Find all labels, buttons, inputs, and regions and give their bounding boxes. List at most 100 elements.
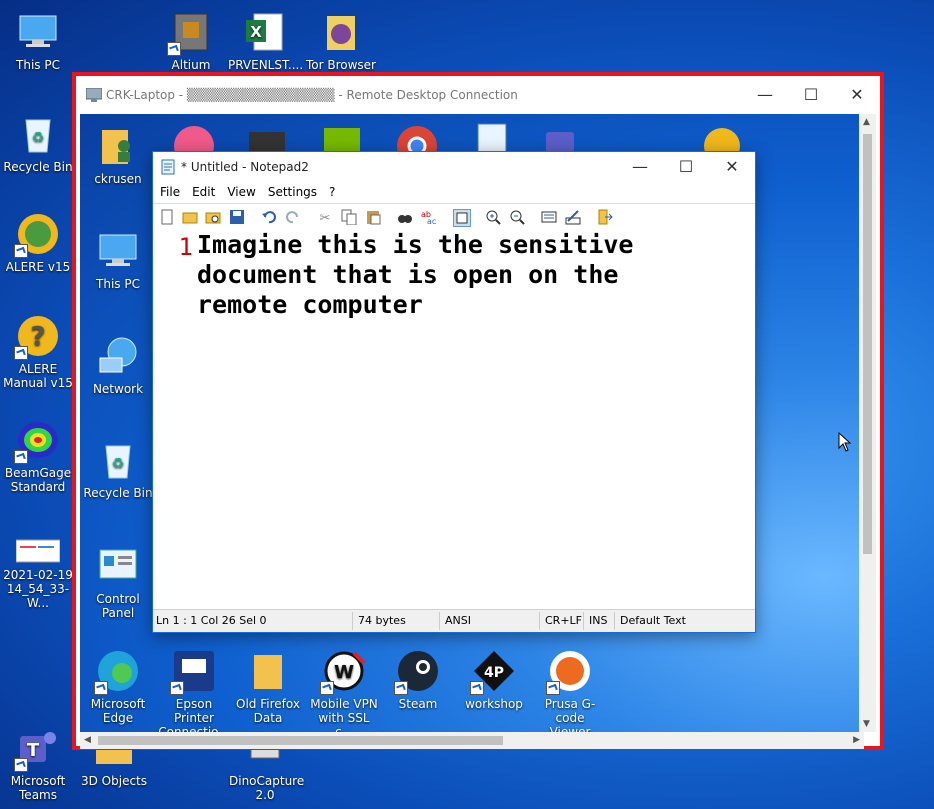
remote-icon-vpn[interactable]: W Mobile VPN with SSL c... xyxy=(308,649,380,732)
cut-icon[interactable]: ✂ xyxy=(317,209,333,225)
scroll-thumb[interactable] xyxy=(863,134,872,554)
menu-help[interactable]: ? xyxy=(322,181,340,199)
steam-icon xyxy=(394,649,440,695)
zoom-in-icon[interactable] xyxy=(485,209,501,225)
desktop-icon-alere-manual[interactable]: ? ALERE Manual v15 xyxy=(2,314,74,390)
svg-text:✂: ✂ xyxy=(320,211,331,225)
desktop-icon-recycle-bin[interactable]: ♻ Recycle Bin xyxy=(2,112,74,174)
status-encoding: ANSI xyxy=(445,614,471,627)
settings-icon[interactable] xyxy=(565,209,581,225)
remote-icon-this-pc[interactable]: This PC xyxy=(82,229,154,291)
workshop-icon: 4P xyxy=(470,649,516,695)
vpn-icon: W xyxy=(320,649,366,695)
desktop-icon-alere[interactable]: ALERE v15 xyxy=(2,212,74,274)
remote-icon-firefox-data[interactable]: Old Firefox Data xyxy=(232,649,304,725)
maximize-button[interactable]: ☐ xyxy=(788,76,834,114)
remote-icon-recycle-bin[interactable]: ♻ Recycle Bin xyxy=(82,438,154,500)
np-minimize-button[interactable]: — xyxy=(617,152,663,181)
desktop-icon-label: 3D Objects xyxy=(80,774,148,788)
desktop-icon-tor[interactable]: Tor Browser xyxy=(305,10,377,72)
find-icon[interactable] xyxy=(397,209,413,225)
remote-icon-workshop[interactable]: 4P workshop xyxy=(458,649,530,711)
replace-icon[interactable]: abac xyxy=(421,209,437,225)
menu-settings[interactable]: Settings xyxy=(261,181,322,199)
status-size: 74 bytes xyxy=(358,614,406,627)
remote-icon-user-folder[interactable]: ckrusen xyxy=(82,124,154,186)
status-position: Ln 1 : 1 Col 26 Sel 0 xyxy=(156,614,267,627)
vertical-scrollbar[interactable]: ▲ ▼ xyxy=(859,114,876,732)
exit-icon[interactable] xyxy=(597,209,613,225)
line-number-gutter: 1 xyxy=(153,230,193,610)
desktop-icon-this-pc[interactable]: This PC xyxy=(2,10,74,72)
desktop-icon-label: Epson Printer Connectio... xyxy=(158,697,230,732)
desktop-icon-label: Steam xyxy=(398,697,438,711)
scroll-left-arrow-icon[interactable]: ◀ xyxy=(84,735,91,745)
close-button[interactable]: ✕ xyxy=(834,76,880,114)
status-divider xyxy=(539,612,540,630)
network-icon xyxy=(96,334,140,378)
remote-icon-edge[interactable]: Microsoft Edge xyxy=(82,649,154,725)
desktop-icon-label: Mobile VPN with SSL c... xyxy=(310,697,378,732)
scroll-up-arrow-icon[interactable]: ▲ xyxy=(863,117,870,127)
desktop-icon-label: ALERE Manual v15 xyxy=(3,362,73,390)
rdc-title: CRK-Laptop - ▒▒▒▒▒▒▒▒▒▒▒▒▒▒▒▒ - Remote D… xyxy=(106,88,518,102)
remote-icon-steam[interactable]: Steam xyxy=(382,649,454,711)
svg-text:4P: 4P xyxy=(484,665,504,681)
shortcut-arrow-icon xyxy=(94,681,108,695)
remote-icon-network[interactable]: Network xyxy=(82,334,154,396)
word-wrap-icon[interactable] xyxy=(453,209,471,227)
open-file-icon[interactable] xyxy=(182,209,198,225)
zoom-out-icon[interactable] xyxy=(509,209,525,225)
rdc-title-bar[interactable]: CRK-Laptop - ▒▒▒▒▒▒▒▒▒▒▒▒▒▒▒▒ - Remote D… xyxy=(76,76,880,114)
menu-view[interactable]: View xyxy=(220,181,260,199)
document-text[interactable]: Imagine this is the sensitive document t… xyxy=(197,230,717,320)
remote-icon-control-panel[interactable]: Control Panel xyxy=(82,544,154,620)
notepad-title: * Untitled - Notepad2 xyxy=(181,160,309,174)
scroll-right-arrow-icon[interactable]: ▶ xyxy=(853,735,860,745)
help-icon: ? xyxy=(14,314,60,360)
image-file-icon xyxy=(15,538,61,564)
desktop-icon-altium[interactable]: Altium xyxy=(155,10,227,72)
scheme-icon[interactable] xyxy=(541,209,557,225)
horizontal-scrollbar[interactable]: ◀ ▶ xyxy=(80,732,864,749)
minimize-button[interactable]: — xyxy=(742,76,788,114)
status-scheme: Default Text xyxy=(620,614,686,627)
menu-file[interactable]: File xyxy=(153,181,185,199)
shortcut-arrow-icon xyxy=(320,681,334,695)
h-scroll-thumb[interactable] xyxy=(98,736,503,745)
desktop-icon-screenshot[interactable]: 2021-02-19 14_54_33-W... xyxy=(2,538,74,610)
desktop-icon-teams[interactable]: T Microsoft Teams xyxy=(2,726,74,802)
browse-icon[interactable] xyxy=(205,209,221,225)
undo-icon[interactable] xyxy=(261,209,277,225)
np-close-button[interactable]: ✕ xyxy=(709,152,755,181)
save-icon[interactable] xyxy=(229,209,245,225)
desktop-icon-label: Tor Browser xyxy=(305,58,376,72)
redo-icon[interactable] xyxy=(285,209,301,225)
control-panel-icon xyxy=(96,544,140,588)
notepad2-window[interactable]: * Untitled - Notepad2 — ☐ ✕ File Edit View… xyxy=(152,151,756,633)
desktop-icon-label: Prusa G-code Viewer xyxy=(544,697,596,732)
desktop-icon-label: workshop xyxy=(465,697,523,711)
np-maximize-button[interactable]: ☐ xyxy=(663,152,709,181)
scroll-down-arrow-icon[interactable]: ▼ xyxy=(863,719,870,729)
toolbar: ✂ ab ac xyxy=(153,203,755,231)
remote-icon-prusa[interactable]: Prusa G-code Viewer xyxy=(534,649,606,732)
desktop-icon-beamgage[interactable]: BeamGage Standard xyxy=(2,418,74,494)
desktop-icon-prvenlst[interactable]: X PRVENLST.... xyxy=(228,10,303,72)
remote-icon-epson[interactable]: Epson Printer Connectio... xyxy=(158,649,230,732)
desktop-icon-label: Old Firefox Data xyxy=(236,697,300,725)
notepad-title-bar[interactable]: * Untitled - Notepad2 — ☐ ✕ xyxy=(153,152,755,181)
recycle-bin-icon: ♻ xyxy=(16,112,60,156)
copy-icon[interactable] xyxy=(341,209,357,225)
svg-text:ac: ac xyxy=(427,217,436,225)
svg-text:♻: ♻ xyxy=(112,456,125,472)
paste-icon[interactable] xyxy=(365,209,381,225)
new-file-icon[interactable] xyxy=(159,209,175,225)
mouse-cursor-icon xyxy=(838,432,852,452)
shortcut-arrow-icon xyxy=(14,758,28,772)
menu-bar: File Edit View Settings? xyxy=(153,181,755,203)
menu-edit[interactable]: Edit xyxy=(185,181,220,199)
desktop-icon-label: ckrusen xyxy=(94,172,142,186)
editor-area[interactable]: 1 Imagine this is the sensitive document… xyxy=(153,230,755,610)
desktop-icon-label: ALERE v15 xyxy=(5,260,71,274)
